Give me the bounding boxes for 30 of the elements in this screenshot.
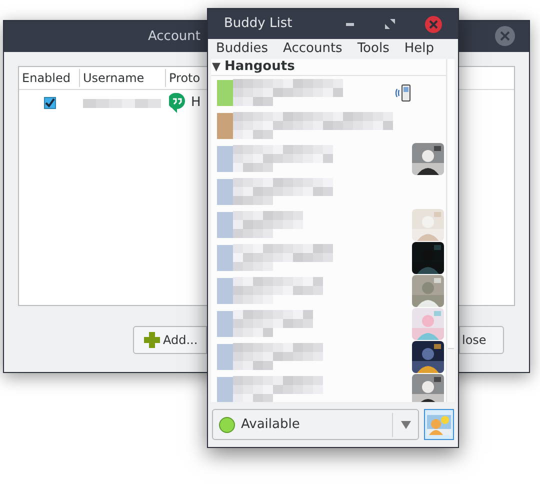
caret-icon: [400, 420, 410, 428]
plus-icon: [144, 332, 160, 348]
close-icon[interactable]: [425, 16, 442, 32]
menu-item[interactable]: Accounts: [283, 39, 342, 59]
menu-item[interactable]: Help: [404, 39, 434, 59]
scrollbar[interactable]: [446, 59, 455, 402]
expander-icon[interactable]: ▼: [212, 59, 220, 76]
chat-bubble-icon: [169, 93, 185, 113]
group-name: Hangouts: [224, 59, 295, 76]
maximize-icon[interactable]: [385, 19, 395, 29]
checkbox[interactable]: [44, 97, 56, 109]
buddy-icon-button[interactable]: [424, 409, 454, 440]
blurred-name-drawing: [233, 211, 303, 238]
window-title: Buddy List: [224, 15, 294, 34]
window-title: Account: [148, 28, 200, 46]
close-button[interactable]: lose: [459, 326, 504, 354]
add-button[interactable]: Add...: [133, 326, 207, 354]
menu-item[interactable]: Tools: [357, 39, 390, 59]
group-header[interactable]: ▼ Hangouts: [211, 59, 446, 76]
column-header[interactable]: Proto: [166, 69, 204, 87]
column-header[interactable]: Enabled: [19, 69, 80, 87]
person-icon: [427, 414, 451, 434]
available-icon: [219, 416, 235, 432]
menu-item[interactable]: Buddies: [216, 39, 268, 59]
status-dropdown[interactable]: Available: [212, 409, 419, 440]
close-icon[interactable]: [495, 26, 515, 46]
scrollbar-thumb[interactable]: [448, 59, 454, 349]
column-header[interactable]: Username: [80, 69, 166, 87]
protocol-name: H: [191, 94, 201, 112]
mobile-phone-icon: [394, 84, 412, 102]
